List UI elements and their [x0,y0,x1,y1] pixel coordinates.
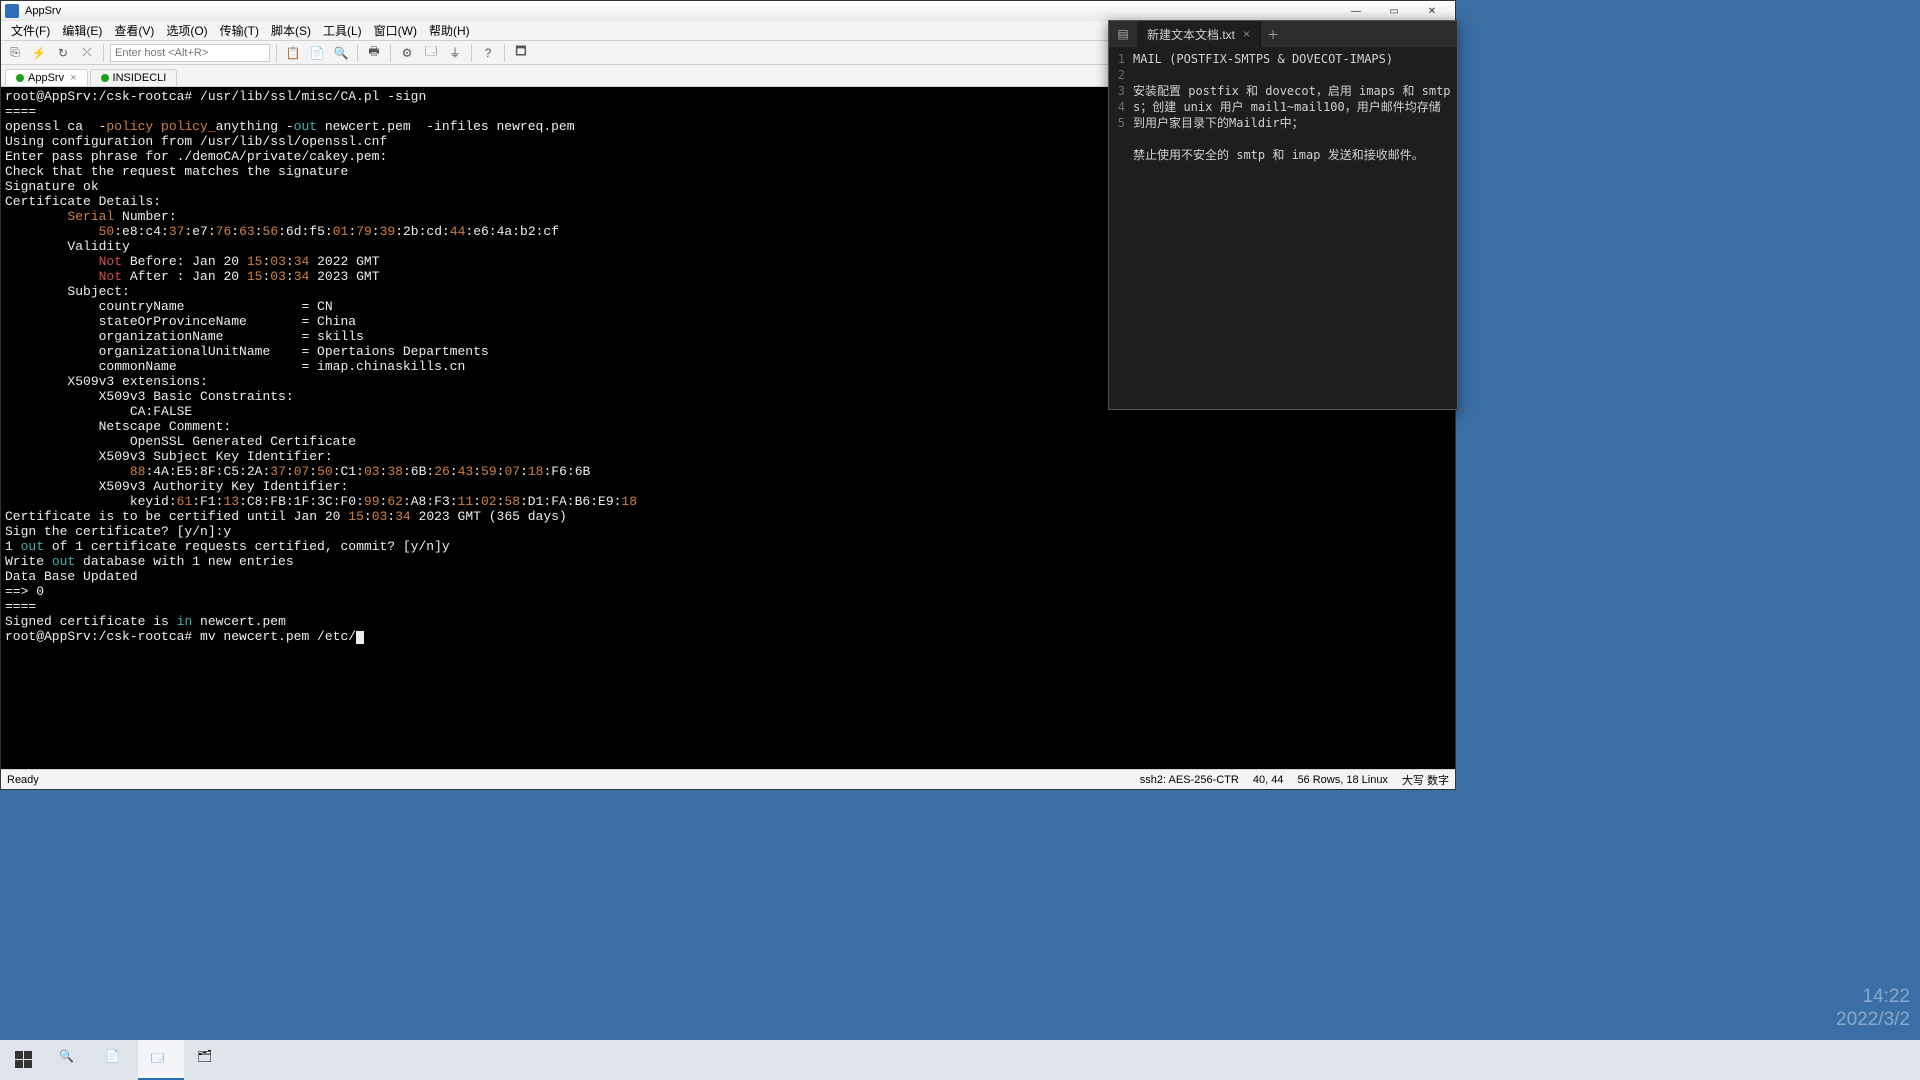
editor-content[interactable]: MAIL (POSTFIX-SMTPS & DOVECOT-IMAPS) 安装配… [1129,47,1457,409]
print-icon[interactable]: 🖶 [364,43,384,63]
menu-window[interactable]: 窗口(W) [368,20,423,41]
disconnect-icon[interactable]: ⤫ [77,43,97,63]
status-dot-icon [101,74,109,82]
menu-transfer[interactable]: 传输(T) [214,20,265,41]
host-input[interactable] [110,44,270,62]
close-button[interactable]: ✕ [1413,2,1451,20]
tab-label: INSIDECLI [113,72,167,84]
copy-icon[interactable]: 📋 [283,43,303,63]
statusbar: Ready ssh2: AES-256-CTR 40, 44 56 Rows, … [1,769,1455,789]
menu-file[interactable]: 文件(F) [5,20,56,41]
taskbar-app-notepad-icon[interactable]: 📄 [92,1040,138,1080]
toolbar-sep [357,44,358,62]
menu-view[interactable]: 查看(V) [108,20,160,41]
editor-body: 12345 MAIL (POSTFIX-SMTPS & DOVECOT-IMAP… [1109,47,1457,409]
editor-menu-icon[interactable]: ▤ [1109,27,1137,41]
text-editor-window: ▤ 新建文本文档.txt × ＋ 12345 MAIL (POSTFIX-SMT… [1108,20,1458,410]
reconnect-icon[interactable]: ↻ [53,43,73,63]
tab-label: AppSrv [28,72,64,84]
start-button[interactable] [0,1040,46,1080]
editor-tab[interactable]: 新建文本文档.txt × [1137,21,1261,47]
app-title: AppSrv [25,5,61,17]
editor-new-tab-icon[interactable]: ＋ [1261,26,1285,43]
toolbar-sep [504,44,505,62]
windows-logo-icon [15,1051,32,1068]
settings-icon[interactable]: ⚙ [397,43,417,63]
help-icon[interactable]: ? [478,43,498,63]
session-icon[interactable]: 🗔 [421,43,441,63]
connect-icon[interactable]: ⎘ [5,43,25,63]
titlebar[interactable]: AppSrv — ▭ ✕ [1,1,1455,21]
editor-tabbar: ▤ 新建文本文档.txt × ＋ [1109,21,1457,47]
log-icon[interactable]: ⏚ [445,43,465,63]
status-caps: 大写 数字 [1402,772,1449,788]
minimize-button[interactable]: — [1337,2,1375,20]
maximize-button[interactable]: ▭ [1375,2,1413,20]
clock-time: 14:22 [1836,986,1910,1009]
quick-connect-icon[interactable]: ⚡ [29,43,49,63]
status-protocol: ssh2: AES-256-CTR [1140,774,1239,786]
clock-date: 2022/3/2 [1836,1009,1910,1032]
menu-help[interactable]: 帮助(H) [423,20,476,41]
tab-insidecli[interactable]: INSIDECLI [90,69,178,86]
editor-tab-close-icon[interactable]: × [1243,27,1250,41]
toolbar-sep [103,44,104,62]
status-size: 56 Rows, 18 Linux [1297,774,1388,786]
menu-script[interactable]: 脚本(S) [265,20,317,41]
editor-filename: 新建文本文档.txt [1147,26,1235,43]
tab-appsrv[interactable]: AppSrv × [5,69,88,86]
taskbar-search-icon[interactable]: 🔍 [46,1040,92,1080]
taskbar: 🔍 📄 🗔 🗂 [0,1040,1920,1080]
paste-icon[interactable]: 📄 [307,43,327,63]
status-ready: Ready [7,774,39,786]
find-icon[interactable]: 🔍 [331,43,351,63]
toolbar-sep [390,44,391,62]
tab-close-icon[interactable]: × [70,72,76,84]
taskbar-app-explorer-icon[interactable]: 🗂 [184,1040,230,1080]
app-icon [5,4,19,18]
menu-options[interactable]: 选项(O) [160,20,213,41]
menu-edit[interactable]: 编辑(E) [56,20,108,41]
toolbar-sep [471,44,472,62]
toolbar-sep [276,44,277,62]
editor-gutter: 12345 [1109,47,1129,409]
desktop-clock: 14:22 2022/3/2 [1836,986,1910,1032]
menu-tools[interactable]: 工具(L) [317,20,368,41]
taskbar-app-vmware-icon[interactable]: 🗔 [138,1040,184,1080]
xfer-icon[interactable]: 🗖 [511,43,531,63]
status-cursor: 40, 44 [1253,774,1284,786]
status-dot-icon [16,74,24,82]
